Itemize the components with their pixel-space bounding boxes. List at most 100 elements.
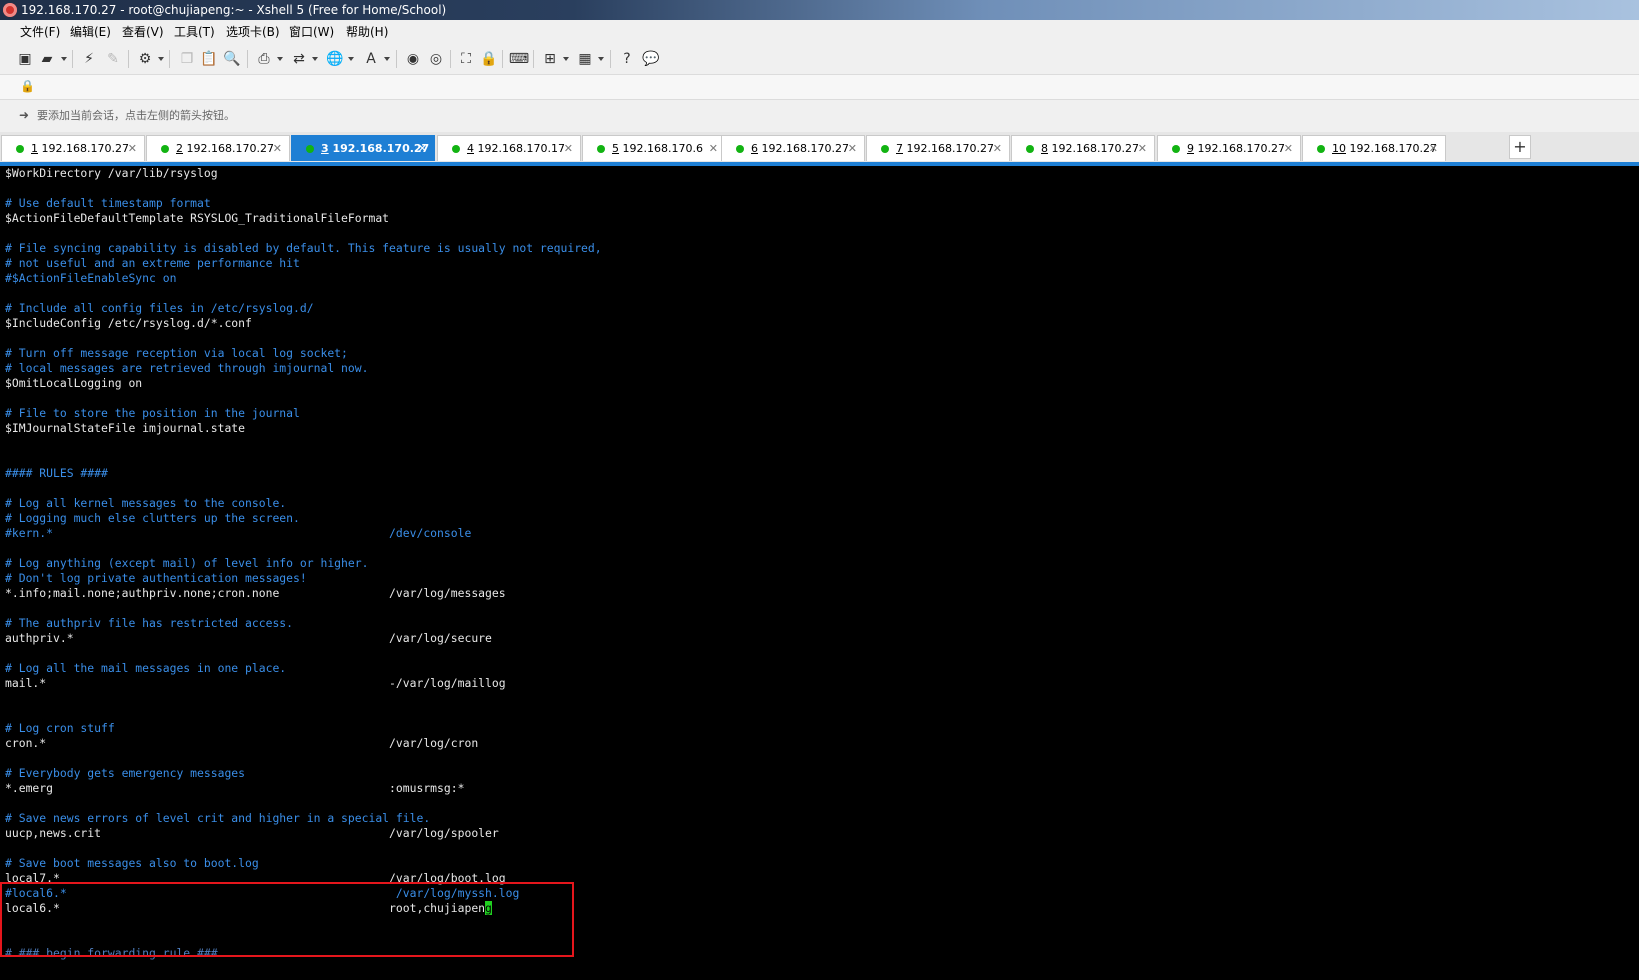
font-icon[interactable]: A	[362, 50, 380, 68]
globe-dropdown-arrow-icon[interactable]	[348, 57, 354, 61]
open-dropdown-arrow-icon[interactable]	[61, 57, 67, 61]
terminal-line: # File syncing capability is disabled by…	[5, 241, 602, 255]
terminal-line: # local messages are retrieved through i…	[5, 361, 369, 375]
toolbar-separator	[396, 50, 397, 68]
terminal-line: # Don't log private authentication messa…	[5, 571, 307, 585]
toolbar-separator	[502, 50, 503, 68]
terminal-line: *.emerg :omusrmsg:*	[5, 781, 465, 795]
print-icon[interactable]: ⎙	[255, 50, 273, 68]
compose-icon[interactable]: ⊞	[541, 50, 559, 68]
disconnect-icon[interactable]: ✎	[104, 50, 122, 68]
properties-icon[interactable]: ⚙	[136, 50, 154, 68]
menu-tabs[interactable]: 选项卡(B)	[224, 20, 282, 44]
tab-1[interactable]: 1 192.168.170.27 ✕	[1, 135, 145, 161]
tab-10[interactable]: 10 192.168.170.27 ✕	[1302, 135, 1446, 161]
tab-close-icon[interactable]: ✕	[564, 136, 573, 162]
tab-close-icon[interactable]: ✕	[709, 136, 718, 162]
chat-icon[interactable]: 💬	[642, 50, 660, 68]
menu-edit[interactable]: 编辑(E)	[68, 20, 113, 44]
tab-4[interactable]: 4 192.168.170.17 ✕	[437, 135, 581, 161]
toolbar-separator	[72, 50, 73, 68]
globe-icon[interactable]: 🌐	[326, 50, 344, 68]
tab-label: 3 192.168.170.27	[321, 142, 430, 155]
toolbar-separator	[128, 50, 129, 68]
lock-icon[interactable]: 🔒	[480, 50, 498, 68]
tab-6[interactable]: 6 192.168.170.27 ✕	[721, 135, 865, 161]
connected-status-icon	[736, 145, 744, 153]
tab-close-icon[interactable]: ✕	[848, 136, 857, 162]
menu-window[interactable]: 窗口(W)	[287, 20, 336, 44]
tab-label: 9 192.168.170.27	[1187, 142, 1285, 155]
hint-text: 要添加当前会话，点击左侧的箭头按钮。	[37, 109, 235, 122]
tab-close-icon[interactable]: ✕	[1138, 136, 1147, 162]
terminal-line: uucp,news.crit /var/log/spooler	[5, 826, 499, 840]
connected-status-icon	[452, 145, 460, 153]
terminal-line: # Log all the mail messages in one place…	[5, 661, 287, 675]
tab-3[interactable]: 3 192.168.170.27 ✕	[291, 135, 435, 161]
tab-label: 8 192.168.170.27	[1041, 142, 1139, 155]
tab-label: 7 192.168.170.27	[896, 142, 994, 155]
compose-dropdown-arrow-icon[interactable]	[563, 57, 569, 61]
terminal-line: # not useful and an extreme performance …	[5, 256, 300, 270]
fullscreen-icon[interactable]: ⛶	[457, 50, 475, 68]
connected-status-icon	[597, 145, 605, 153]
terminal-output[interactable]: $WorkDirectory /var/lib/rsyslog # Use def…	[0, 166, 1639, 980]
tab-close-icon[interactable]: ✕	[273, 136, 282, 162]
terminal-line: # File to store the position in the jour…	[5, 406, 300, 420]
address-bar[interactable]: 🔒	[0, 75, 1639, 100]
xftp-icon[interactable]: ◉	[404, 50, 422, 68]
terminal-line: local7.* /var/log/boot.log	[5, 871, 506, 885]
tab-close-icon[interactable]: ✕	[1429, 136, 1438, 162]
keyboard-icon[interactable]: ⌨	[509, 50, 529, 68]
toolbar-separator	[247, 50, 248, 68]
connect-icon[interactable]: ⚡	[80, 50, 98, 68]
terminal-line: # Turn off message reception via local l…	[5, 346, 348, 360]
terminal-line: # Log all kernel messages to the console…	[5, 496, 287, 510]
properties-dropdown-arrow-icon[interactable]	[158, 57, 164, 61]
tab-close-icon[interactable]: ✕	[128, 136, 137, 162]
connected-status-icon	[1317, 145, 1325, 153]
terminal-line: # Include all config files in /etc/rsysl…	[5, 301, 314, 315]
terminal-line: $ActionFileDefaultTemplate RSYSLOG_Tradi…	[5, 211, 390, 225]
connected-status-icon	[881, 145, 889, 153]
copy-icon[interactable]: ❐	[178, 50, 196, 68]
toolbar: ▣ ▰ ⚡ ✎ ⚙ ❐ 📋 🔍 ⎙ ⇄ 🌐 A ◉ ◎ ⛶ 🔒 ⌨ ⊞ ▦ ? …	[0, 44, 1639, 75]
tab-2[interactable]: 2 192.168.170.27 ✕	[146, 135, 290, 161]
terminal-line: # Save boot messages also to boot.log	[5, 856, 259, 870]
tab-label: 1 192.168.170.27	[31, 142, 129, 155]
connected-status-icon	[161, 145, 169, 153]
terminal-line: # Log anything (except mail) of level in…	[5, 556, 369, 570]
transfer-dropdown-arrow-icon[interactable]	[312, 57, 318, 61]
tab-8[interactable]: 8 192.168.170.27 ✕	[1011, 135, 1155, 161]
terminal-line: local6.* root,chujiapeng	[5, 901, 492, 915]
tab-close-icon[interactable]: ✕	[993, 136, 1002, 162]
print-dropdown-arrow-icon[interactable]	[277, 57, 283, 61]
tab-9[interactable]: 9 192.168.170.27 ✕	[1157, 135, 1301, 161]
menu-view[interactable]: 查看(V)	[120, 20, 166, 44]
toolbar-separator	[450, 50, 451, 68]
terminal-line: # ### begin forwarding rule ###	[5, 946, 218, 960]
add-session-arrow-icon[interactable]: ➜	[19, 109, 32, 122]
paste-icon[interactable]: 📋	[200, 50, 218, 68]
new-tab-button[interactable]: +	[1509, 135, 1531, 159]
terminal-line: *.info;mail.none;authpriv.none;cron.none…	[5, 586, 506, 600]
menu-file[interactable]: 文件(F)	[18, 20, 62, 44]
terminal-line: # Logging much else clutters up the scre…	[5, 511, 300, 525]
font-dropdown-arrow-icon[interactable]	[384, 57, 390, 61]
help-icon[interactable]: ?	[618, 50, 636, 68]
tab-close-icon[interactable]: ✕	[418, 136, 427, 162]
menu-help[interactable]: 帮助(H)	[344, 20, 390, 44]
new-session-icon[interactable]: ▣	[16, 50, 34, 68]
script-icon[interactable]: ◎	[427, 50, 445, 68]
transfer-icon[interactable]: ⇄	[290, 50, 308, 68]
find-icon[interactable]: 🔍	[223, 50, 241, 68]
open-folder-icon[interactable]: ▰	[38, 50, 56, 68]
terminal-line: mail.* -/var/log/maillog	[5, 676, 506, 690]
connected-status-icon	[1172, 145, 1180, 153]
layout-icon[interactable]: ▦	[576, 50, 594, 68]
tab-5[interactable]: 5 192.168.170.6 ✕	[582, 135, 726, 161]
tab-7[interactable]: 7 192.168.170.27 ✕	[866, 135, 1010, 161]
layout-dropdown-arrow-icon[interactable]	[598, 57, 604, 61]
menu-tools[interactable]: 工具(T)	[172, 20, 217, 44]
tab-close-icon[interactable]: ✕	[1284, 136, 1293, 162]
